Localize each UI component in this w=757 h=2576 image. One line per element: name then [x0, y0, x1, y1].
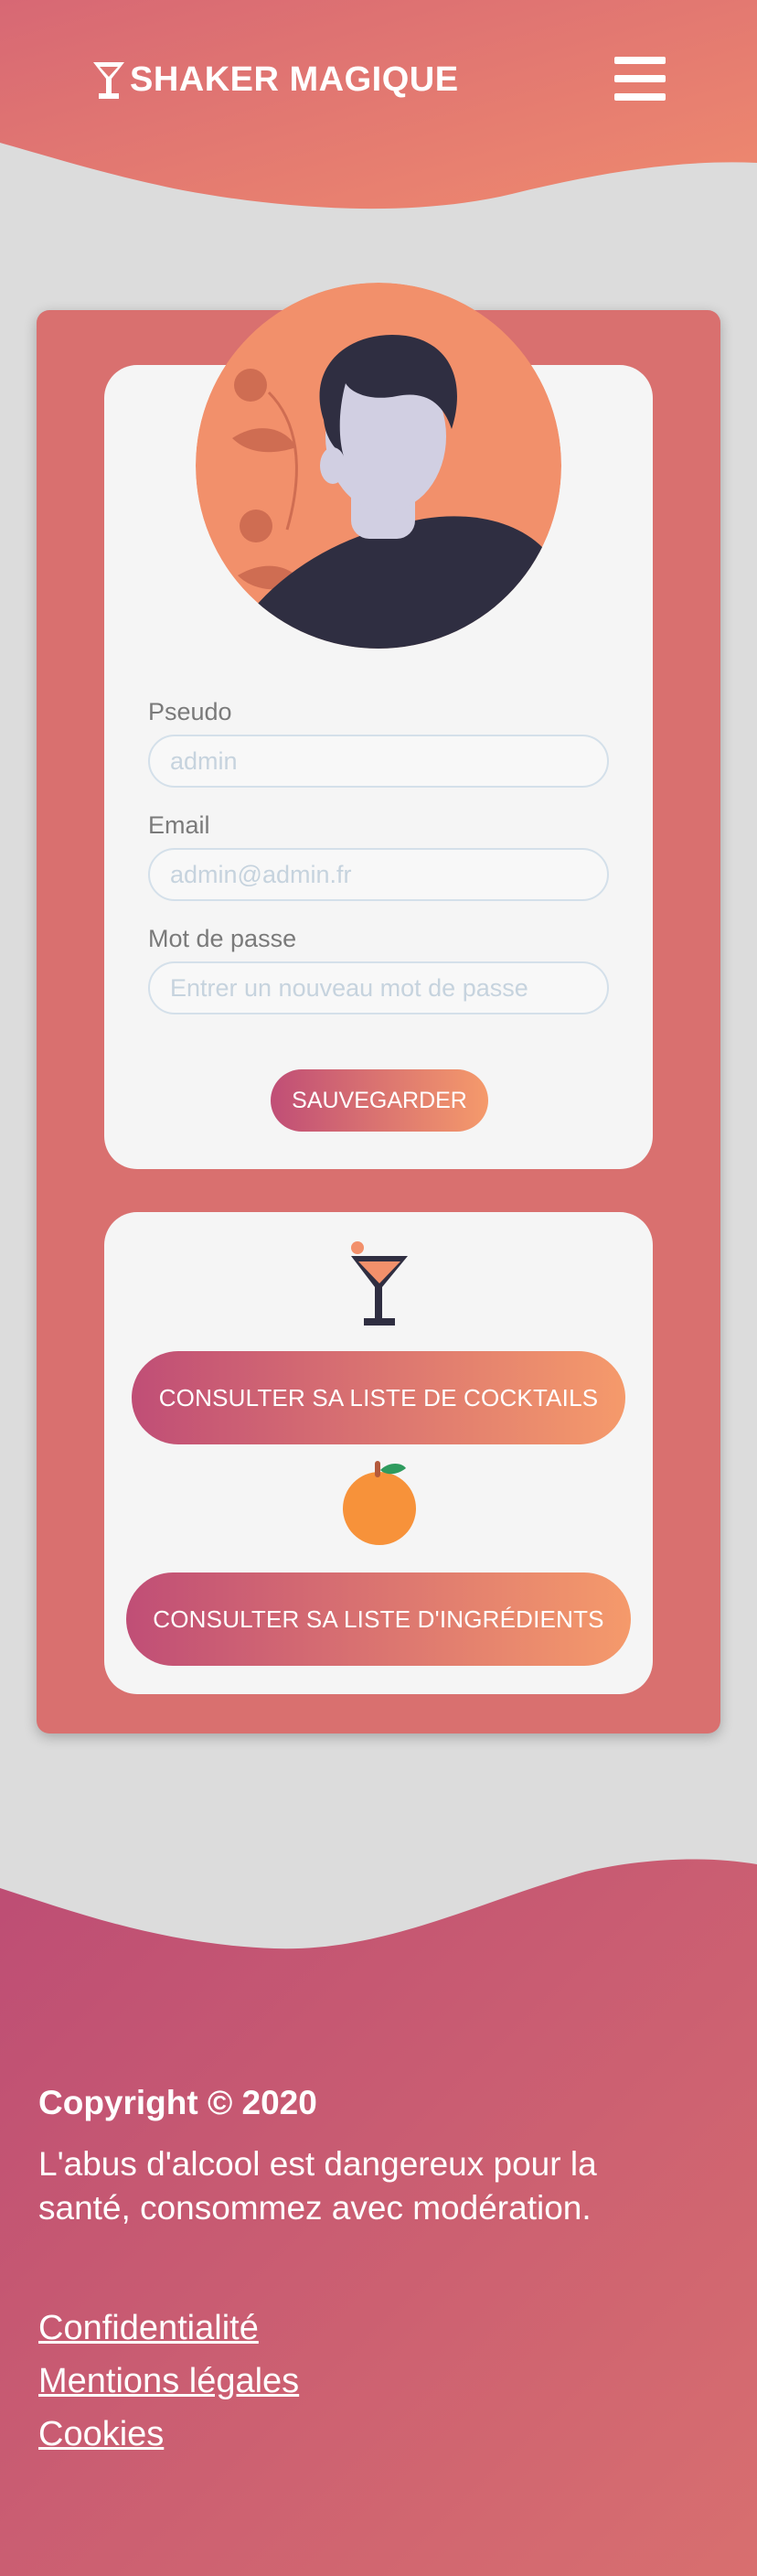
account-card: Pseudo Email Mot de passe SAUVEGARDER CO…	[37, 283, 720, 1733]
legal-notice-link[interactable]: Mentions légales	[38, 2355, 299, 2408]
site-header: SHAKER MAGIQUE	[0, 0, 757, 220]
cocktail-glass-icon	[93, 62, 124, 99]
ingredients-list-button[interactable]: CONSULTER SA LISTE D'INGRÉDIENTS	[126, 1572, 631, 1666]
header-wave-background	[0, 0, 757, 209]
profile-form-panel: Pseudo Email Mot de passe SAUVEGARDER	[104, 283, 653, 1169]
alcohol-disclaimer: L'abus d'alcool est dangereux pour la sa…	[38, 2145, 597, 2227]
lists-panel: CONSULTER SA LISTE DE COCKTAILS CONSULTE…	[104, 1212, 653, 1694]
brand-logo[interactable]: SHAKER MAGIQUE	[91, 59, 459, 101]
privacy-link[interactable]: Confidentialité	[38, 2302, 299, 2355]
password-input[interactable]	[148, 961, 609, 1014]
brand-name: SHAKER MAGIQUE	[130, 59, 459, 99]
password-label: Mot de passe	[148, 925, 297, 952]
cocktail-icon	[351, 1241, 408, 1326]
pseudo-label: Pseudo	[148, 698, 232, 725]
email-label: Email	[148, 811, 210, 839]
footer-links: Confidentialité Mentions légales Cookies	[38, 2302, 299, 2461]
copyright-text: Copyright © 2020	[38, 2084, 317, 2121]
site-footer: Copyright © 2020 L'abus d'alcool est dan…	[0, 1857, 757, 2576]
email-input[interactable]	[148, 848, 609, 901]
hamburger-menu-icon[interactable]	[614, 57, 666, 101]
orange-icon	[343, 1461, 416, 1545]
save-button[interactable]: SAUVEGARDER	[271, 1069, 488, 1132]
cocktails-list-button[interactable]: CONSULTER SA LISTE DE COCKTAILS	[132, 1351, 625, 1444]
pseudo-input[interactable]	[148, 735, 609, 788]
cookies-link[interactable]: Cookies	[38, 2408, 299, 2461]
user-avatar-illustration	[196, 283, 561, 649]
